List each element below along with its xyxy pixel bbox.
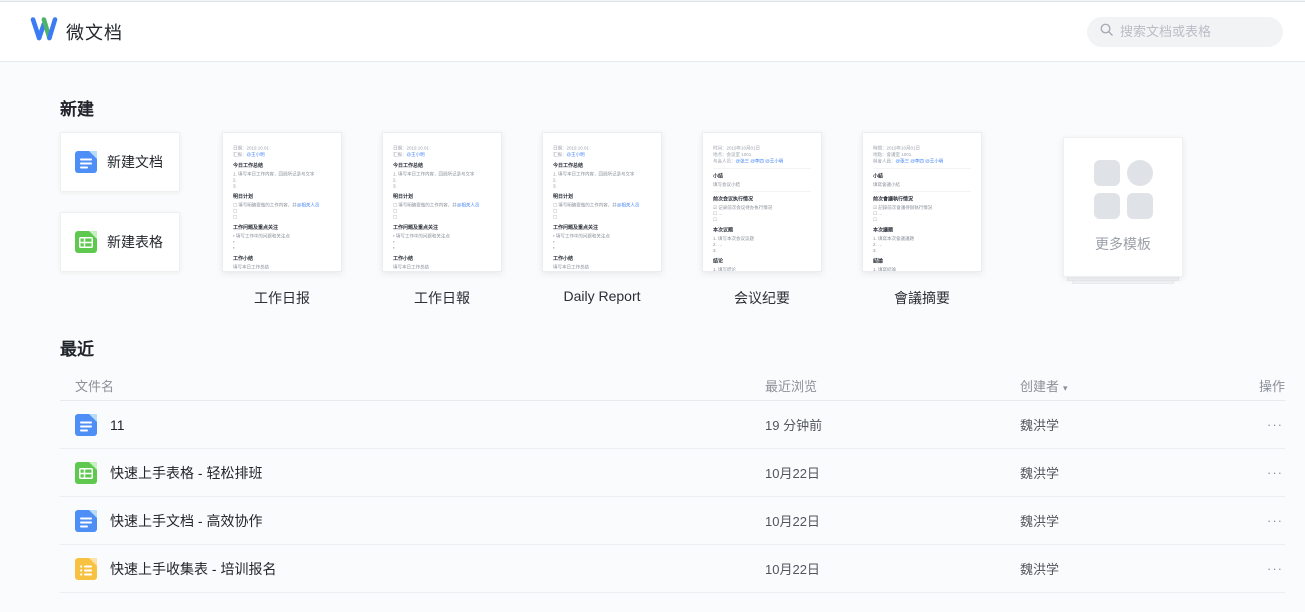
template-thumbnail: 日期：2019.10.01汇报：@王小明今日工作总结1. 填写本日工作内容，回顾…: [233, 145, 331, 270]
create-section: 新建 新建文档 新建表格 日期：2019.10.01汇报：@王小明今日工作总结1…: [60, 95, 1305, 308]
sheet-file-icon: [75, 231, 97, 253]
app-logo-w-icon: [30, 17, 58, 46]
doc-file-icon: [75, 414, 97, 436]
form-file-icon: [75, 558, 97, 580]
column-last-viewed: 最近浏览: [765, 376, 1020, 395]
column-creator-label: 创建者: [1020, 379, 1059, 394]
create-button-label: 新建文档: [107, 152, 163, 172]
cell-last-viewed: 10月22日: [765, 559, 1020, 578]
table-row[interactable]: 快速上手文档 - 高效协作 10月22日 魏洪学 ···: [60, 497, 1285, 545]
table-row[interactable]: 11 19 分钟前 魏洪学 ···: [60, 401, 1285, 449]
template-label: Daily Report: [542, 288, 662, 304]
recent-heading: 最近: [60, 335, 1305, 360]
cell-actions: ···: [1258, 465, 1285, 480]
template-thumbnail: 日期：2019.10.01汇报：@王小明今日工作总结1. 填写本日工作内容，回顾…: [393, 145, 491, 270]
template-item: 时间：2019年10月01日地点：会议室 1001与会人员：@张三 @李四 @王…: [702, 132, 822, 308]
more-templates-card[interactable]: 更多模板: [1063, 137, 1183, 277]
create-sheet-button[interactable]: 新建表格: [60, 212, 180, 272]
template-label: 會議摘要: [862, 288, 982, 308]
file-name: 快速上手文档 - 高效协作: [110, 511, 262, 531]
recent-rows: 11 19 分钟前 魏洪学 ··· 快速上手表格 - 轻松排班 10月22日 魏…: [60, 401, 1285, 593]
create-button-label: 新建表格: [107, 232, 163, 252]
template-label: 会议纪要: [702, 288, 822, 308]
template-thumbnail: 日期：2019.10.01汇报：@王小明今日工作总结1. 填写本日工作内容，回顾…: [553, 145, 651, 270]
cell-last-viewed: 10月22日: [765, 511, 1020, 530]
cell-creator: 魏洪学: [1020, 415, 1258, 434]
create-buttons: 新建文档 新建表格: [60, 132, 180, 272]
cell-actions: ···: [1258, 417, 1285, 432]
main-content: 新建 新建文档 新建表格 日期：2019.10.01汇报：@王小明今日工作总结1…: [0, 95, 1305, 593]
template-item: 時間：2019年10月01日地點：會議室 1001與會人員：@張三 @李四 @王…: [862, 132, 982, 308]
column-actions: 操作: [1258, 376, 1285, 395]
table-row[interactable]: 快速上手表格 - 轻松排班 10月22日 魏洪学 ···: [60, 449, 1285, 497]
file-name: 快速上手收集表 - 培训报名: [110, 559, 276, 579]
template-label: 工作日报: [222, 288, 342, 308]
search-icon: [1099, 22, 1114, 42]
more-templates-icon: [1094, 160, 1153, 219]
file-name: 快速上手表格 - 轻松排班: [110, 463, 262, 483]
recent-section: 最近 文件名 最近浏览 创建者 ▾ 操作 11 19 分钟前 魏洪学 ··· 快速…: [60, 335, 1305, 593]
template-thumbnail: 时间：2019年10月01日地点：会议室 1001与会人员：@张三 @李四 @王…: [713, 145, 811, 272]
row-more-actions-button[interactable]: ···: [1265, 461, 1285, 484]
app-name: 微文档: [66, 19, 123, 45]
column-creator-sort[interactable]: 创建者 ▾: [1020, 376, 1258, 395]
search-box[interactable]: [1087, 17, 1283, 47]
cell-actions: ···: [1258, 561, 1285, 576]
cell-filename: 快速上手表格 - 轻松排班: [60, 462, 765, 484]
file-name: 11: [110, 417, 125, 433]
template-card-5[interactable]: 時間：2019年10月01日地點：會議室 1001與會人員：@張三 @李四 @王…: [862, 132, 982, 272]
column-filename: 文件名: [60, 376, 765, 395]
cell-filename: 快速上手收集表 - 培训报名: [60, 558, 765, 580]
row-more-actions-button[interactable]: ···: [1265, 413, 1285, 436]
template-list: 日期：2019.10.01汇报：@王小明今日工作总结1. 填写本日工作内容，回顾…: [222, 132, 982, 308]
cell-filename: 快速上手文档 - 高效协作: [60, 510, 765, 532]
more-templates-label: 更多模板: [1095, 234, 1151, 254]
create-heading: 新建: [60, 95, 1305, 120]
template-card-4[interactable]: 时间：2019年10月01日地点：会议室 1001与会人员：@张三 @李四 @王…: [702, 132, 822, 272]
cell-last-viewed: 19 分钟前: [765, 415, 1020, 434]
cell-actions: ···: [1258, 513, 1285, 528]
sort-arrow-icon: ▾: [1063, 383, 1068, 393]
cell-creator: 魏洪学: [1020, 559, 1258, 578]
doc-file-icon: [75, 510, 97, 532]
template-item: 日期：2019.10.01汇报：@王小明今日工作总结1. 填写本日工作内容，回顾…: [542, 132, 662, 308]
table-row[interactable]: 快速上手收集表 - 培训报名 10月22日 魏洪学 ···: [60, 545, 1285, 593]
cell-last-viewed: 10月22日: [765, 463, 1020, 482]
template-card-1[interactable]: 日期：2019.10.01汇报：@王小明今日工作总结1. 填写本日工作内容，回顾…: [222, 132, 342, 272]
cell-creator: 魏洪学: [1020, 511, 1258, 530]
more-templates: 更多模板: [1063, 137, 1183, 277]
row-more-actions-button[interactable]: ···: [1265, 557, 1285, 580]
sheet-file-icon: [75, 462, 97, 484]
recent-table-header: 文件名 最近浏览 创建者 ▾ 操作: [60, 371, 1285, 401]
template-card-3[interactable]: 日期：2019.10.01汇报：@王小明今日工作总结1. 填写本日工作内容，回顾…: [542, 132, 662, 272]
cell-filename: 11: [60, 414, 765, 436]
template-card-2[interactable]: 日期：2019.10.01汇报：@王小明今日工作总结1. 填写本日工作内容，回顾…: [382, 132, 502, 272]
template-label: 工作日報: [382, 288, 502, 308]
recent-table: 文件名 最近浏览 创建者 ▾ 操作 11 19 分钟前 魏洪学 ··· 快速上手表…: [60, 371, 1285, 593]
app-header: 微文档: [0, 2, 1305, 62]
search-input[interactable]: [1120, 24, 1296, 39]
app-logo[interactable]: 微文档: [30, 17, 123, 46]
template-item: 日期：2019.10.01汇报：@王小明今日工作总结1. 填写本日工作内容，回顾…: [382, 132, 502, 308]
doc-file-icon: [75, 151, 97, 173]
cell-creator: 魏洪学: [1020, 463, 1258, 482]
template-thumbnail: 時間：2019年10月01日地點：會議室 1001與會人員：@張三 @李四 @王…: [873, 145, 971, 272]
template-item: 日期：2019.10.01汇报：@王小明今日工作总结1. 填写本日工作内容，回顾…: [222, 132, 342, 308]
create-doc-button[interactable]: 新建文档: [60, 132, 180, 192]
row-more-actions-button[interactable]: ···: [1265, 509, 1285, 532]
